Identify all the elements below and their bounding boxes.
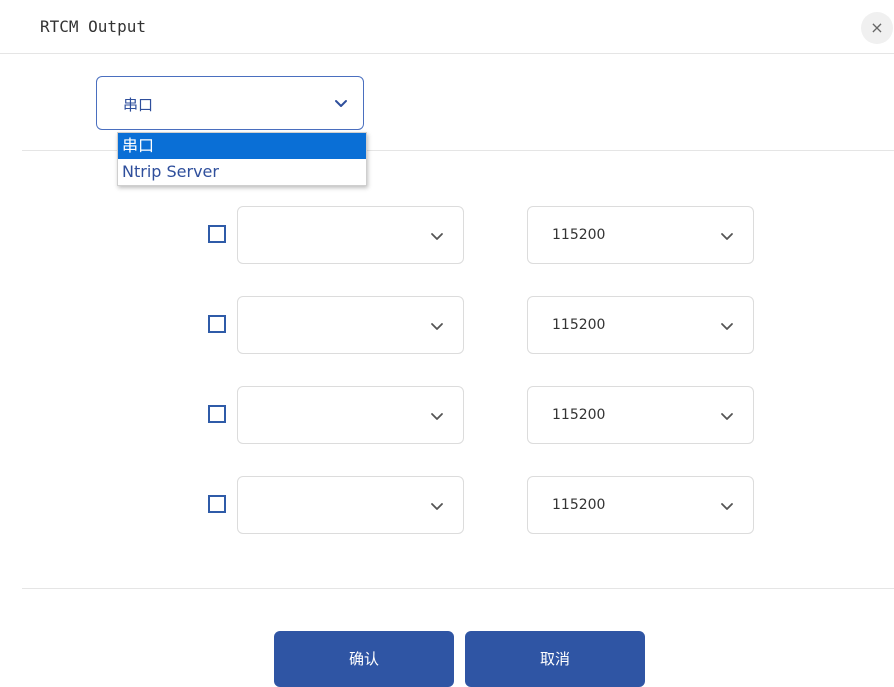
serial-enable-checkbox[interactable] bbox=[208, 405, 226, 423]
footer-divider bbox=[22, 588, 894, 589]
cancel-button[interactable]: 取消 bbox=[465, 631, 645, 687]
serial-row: 115200 bbox=[0, 476, 894, 534]
baud-rate-select[interactable]: 115200 bbox=[527, 386, 754, 444]
baud-rate-select[interactable]: 115200 bbox=[527, 296, 754, 354]
baud-rate-value: 115200 bbox=[552, 227, 606, 243]
output-mode-dropdown: 串口 Ntrip Server bbox=[117, 132, 367, 186]
output-mode-select[interactable]: 串口 bbox=[96, 76, 364, 130]
dialog-title: RTCM Output bbox=[40, 17, 146, 36]
close-icon[interactable]: × bbox=[861, 12, 893, 44]
baud-rate-value: 115200 bbox=[552, 317, 606, 333]
dropdown-option-ntrip-server[interactable]: Ntrip Server bbox=[118, 159, 366, 185]
baud-rate-value: 115200 bbox=[552, 407, 606, 423]
serial-port-select[interactable] bbox=[237, 476, 464, 534]
serial-port-select[interactable] bbox=[237, 296, 464, 354]
chevron-down-icon bbox=[431, 233, 443, 240]
header-divider bbox=[0, 53, 894, 54]
chevron-down-icon bbox=[431, 503, 443, 510]
baud-rate-value: 115200 bbox=[552, 497, 606, 513]
serial-port-select[interactable] bbox=[237, 206, 464, 264]
chevron-down-icon bbox=[431, 413, 443, 420]
chevron-down-icon bbox=[721, 323, 733, 330]
serial-row: 115200 bbox=[0, 296, 894, 354]
chevron-down-icon bbox=[431, 323, 443, 330]
chevron-down-icon bbox=[721, 503, 733, 510]
chevron-down-icon bbox=[335, 100, 347, 107]
serial-port-select[interactable] bbox=[237, 386, 464, 444]
serial-row: 115200 bbox=[0, 386, 894, 444]
baud-rate-select[interactable]: 115200 bbox=[527, 206, 754, 264]
chevron-down-icon bbox=[721, 233, 733, 240]
serial-row: 115200 bbox=[0, 206, 894, 264]
output-mode-value: 串口 bbox=[123, 96, 154, 114]
dropdown-option-serial[interactable]: 串口 bbox=[118, 133, 366, 159]
baud-rate-select[interactable]: 115200 bbox=[527, 476, 754, 534]
serial-enable-checkbox[interactable] bbox=[208, 225, 226, 243]
confirm-button[interactable]: 确认 bbox=[274, 631, 454, 687]
serial-enable-checkbox[interactable] bbox=[208, 495, 226, 513]
chevron-down-icon bbox=[721, 413, 733, 420]
serial-enable-checkbox[interactable] bbox=[208, 315, 226, 333]
